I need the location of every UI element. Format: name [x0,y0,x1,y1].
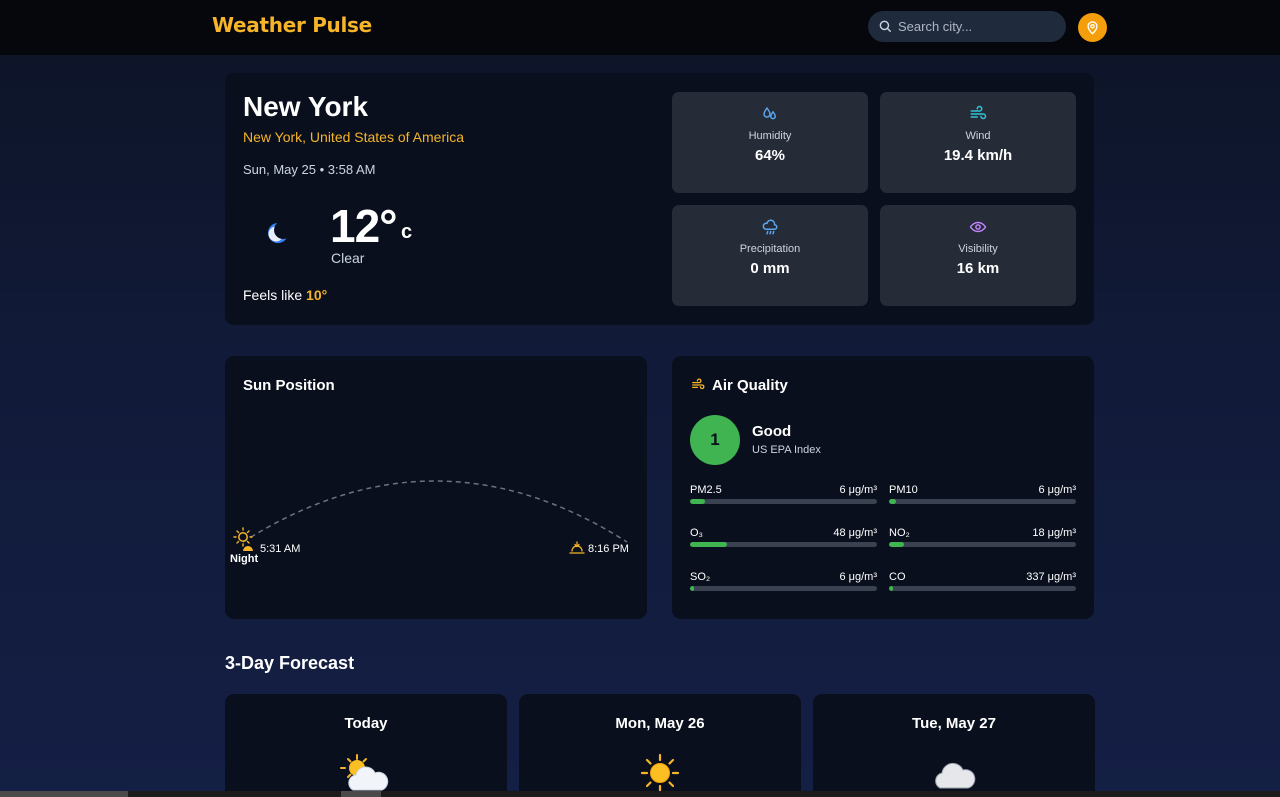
current-weather-card: New York New York, United States of Amer… [225,73,1094,325]
pollutant-name: SO₂ [690,571,711,583]
forecast-card-mon[interactable]: Mon, May 26 [519,694,801,797]
wind-icon [692,378,705,390]
temperature-unit[interactable]: c [401,221,412,244]
map-pin-icon [1087,21,1098,35]
feels-like-value: 10° [306,287,328,303]
pollutant-value: 6 μg/m³ [839,484,877,496]
pollutant-name: O₃ [690,527,704,539]
visibility-label: Visibility [958,243,998,255]
forecast-card-tue[interactable]: Tue, May 27 [813,694,1095,797]
cloud-icon [935,762,976,789]
wind-icon [970,105,987,120]
pollutant-value: 18 μg/m³ [1032,527,1076,539]
city-name: New York [243,91,369,122]
forecast-day: Mon, May 26 [615,715,705,732]
pollutant-name: NO₂ [889,527,910,539]
forecast-day: Tue, May 27 [912,715,996,732]
search-icon [879,20,891,32]
wind-tile: Wind 19.4 km/h [880,92,1076,193]
eye-icon [969,221,987,233]
droplet-icon [763,107,776,120]
visibility-value: 16 km [956,260,1000,277]
feels-like-label: Feels like [243,287,303,303]
feels-like: Feels like 10° [243,287,327,303]
humidity-value: 64% [754,147,786,164]
sunrise-time: 5:31 AM [260,543,301,555]
precipitation-tile: Precipitation 0 mm [672,205,868,306]
pollutant-name: PM2.5 [690,484,722,496]
sun-position-card: Sun Position 5:31 AM 8:16 PM Night [225,356,647,619]
aqi-label: Good [752,423,792,440]
sun-icon [640,753,680,793]
pollutant-value: 337 μg/m³ [1026,571,1076,583]
pollutant-bar-fill [690,499,705,504]
day-phase-badge: Night [225,551,264,567]
pollutant-co: CO 337 μg/m³ [889,571,1076,591]
region-name: New York, United States of America [243,129,464,145]
location-button[interactable] [1078,13,1107,42]
sun-arc [233,480,628,554]
pollutant-value: 6 μg/m³ [1038,484,1076,496]
pollutant-bar [690,542,877,547]
moon-icon [268,223,288,243]
precipitation-label: Precipitation [739,243,801,255]
top-bar: Weather Pulse [0,0,1280,55]
pollutant-bar [889,542,1076,547]
pollutant-so2: SO₂ 6 μg/m³ [690,571,877,591]
search-box[interactable] [868,11,1066,42]
aqi-badge: 1 [690,415,740,465]
temperature: 12° [330,200,398,252]
pollutant-bar-fill [889,499,897,504]
air-quality-title: Air Quality [712,377,788,394]
search-input[interactable] [898,11,1058,42]
forecast-card-today[interactable]: Today [225,694,507,797]
sunset-icon [569,541,585,554]
scrollbar-thumb[interactable] [0,791,128,797]
cloud-rain-icon [762,219,778,235]
pollutant-o3: O₃ 48 μg/m³ [690,527,877,547]
condition-text: Clear [331,250,365,266]
humidity-tile: Humidity 64% [672,92,868,193]
partly-cloudy-icon [340,754,389,791]
wind-label: Wind [965,130,991,142]
air-quality-card: Air Quality 1 Good US EPA Index PM2.5 6 … [672,356,1094,619]
precipitation-value: 0 mm [750,260,790,277]
forecast-title: 3-Day Forecast [225,653,355,673]
pollutant-bar [690,499,877,504]
pollutant-bar-fill [889,586,893,591]
pollutant-name: PM10 [889,484,918,496]
pollutant-bar [690,586,877,591]
pollutant-no2: NO₂ 18 μg/m³ [889,527,1076,547]
app-logo[interactable]: Weather Pulse [212,13,372,37]
local-datetime: Sun, May 25 • 3:58 AM [243,162,376,177]
sun-marker-icon [233,527,253,547]
wind-value: 19.4 km/h [943,147,1013,164]
pollutant-bar-fill [889,542,904,547]
pollutant-pm10: PM10 6 μg/m³ [889,484,1076,504]
pollutant-bar [889,586,1076,591]
sunset-time: 8:16 PM [588,543,629,555]
aqi-scale: US EPA Index [752,444,821,456]
forecast-day: Today [344,715,388,732]
pollutant-value: 6 μg/m³ [839,571,877,583]
pollutant-pm25: PM2.5 6 μg/m³ [690,484,877,504]
pollutant-bar-fill [690,542,728,547]
visibility-tile: Visibility 16 km [880,205,1076,306]
scrollbar-thumb[interactable] [341,791,381,797]
pollutant-bar [889,499,1076,504]
humidity-label: Humidity [748,130,792,142]
pollutant-bar-fill [690,586,694,591]
horizontal-scrollbar[interactable] [0,791,1280,797]
pollutant-name: CO [889,571,906,583]
pollutant-value: 48 μg/m³ [833,527,877,539]
